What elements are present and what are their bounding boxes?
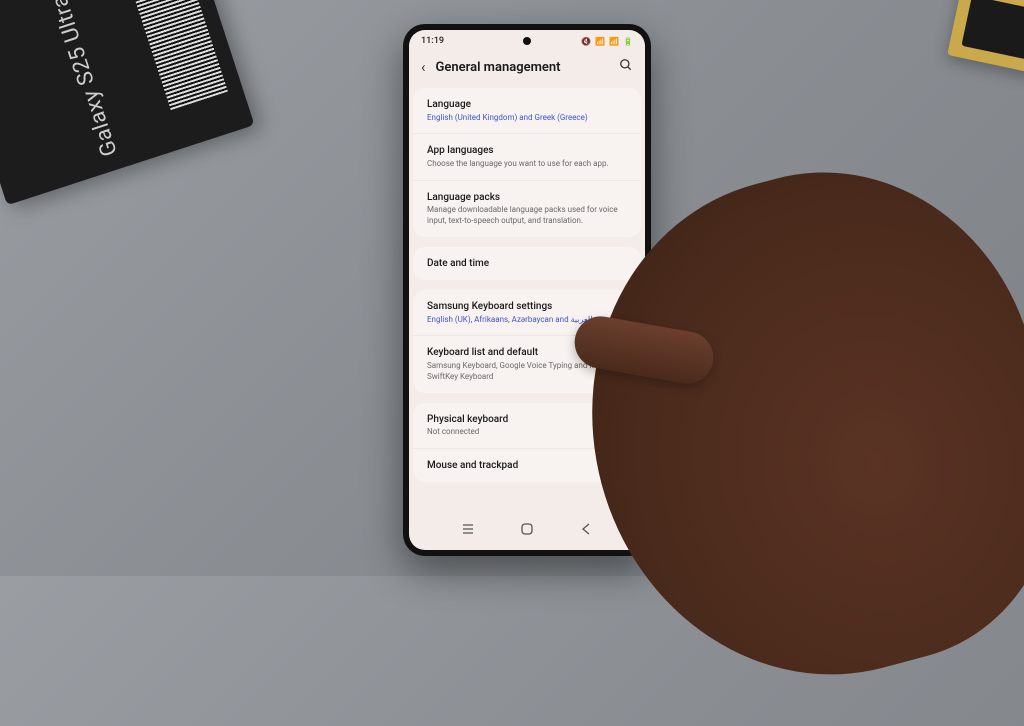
product-box: Galaxy S25 Ultra — [0, 0, 255, 205]
status-time: 11:19 — [421, 36, 444, 46]
page-header: ‹ General management — [409, 48, 645, 88]
settings-item-subtitle: Choose the language you want to use for … — [427, 159, 627, 170]
nav-back-button[interactable] — [579, 522, 593, 536]
settings-item[interactable]: Language packsManage downloadable langua… — [413, 181, 641, 237]
settings-item[interactable]: LanguageEnglish (United Kingdom) and Gre… — [413, 88, 641, 134]
nav-recents-button[interactable] — [461, 522, 475, 536]
settings-item-title: Samsung Keyboard settings — [427, 300, 627, 314]
settings-group: Date and time — [413, 247, 641, 281]
barcode-graphic — [134, 0, 228, 110]
settings-item-title: Language — [427, 98, 627, 112]
settings-item[interactable]: Date and time — [413, 247, 641, 281]
settings-item-subtitle: Manage downloadable language packs used … — [427, 205, 627, 227]
camera-hole — [523, 37, 531, 45]
prop-object — [947, 0, 1024, 74]
search-button[interactable] — [619, 58, 633, 76]
product-box-label: Galaxy S25 Ultra — [47, 0, 123, 159]
settings-group: LanguageEnglish (United Kingdom) and Gre… — [413, 88, 641, 237]
settings-item-title: Date and time — [427, 257, 627, 271]
navigation-bar — [409, 514, 645, 544]
status-icon-signal: 📶 — [595, 37, 605, 46]
back-button[interactable]: ‹ — [421, 58, 426, 76]
status-icon-battery: 🔋 — [623, 37, 633, 46]
settings-item[interactable]: App languagesChoose the language you wan… — [413, 134, 641, 180]
settings-item-title: App languages — [427, 144, 627, 158]
status-icon-signal2: 📶 — [609, 37, 619, 46]
nav-home-button[interactable] — [520, 522, 534, 536]
status-icons: 🔇 📶 📶 🔋 — [581, 37, 633, 46]
page-title: General management — [436, 60, 609, 75]
settings-item-subtitle: English (United Kingdom) and Greek (Gree… — [427, 113, 627, 124]
settings-item-title: Language packs — [427, 191, 627, 205]
status-icon-vibrate: 🔇 — [581, 37, 591, 46]
